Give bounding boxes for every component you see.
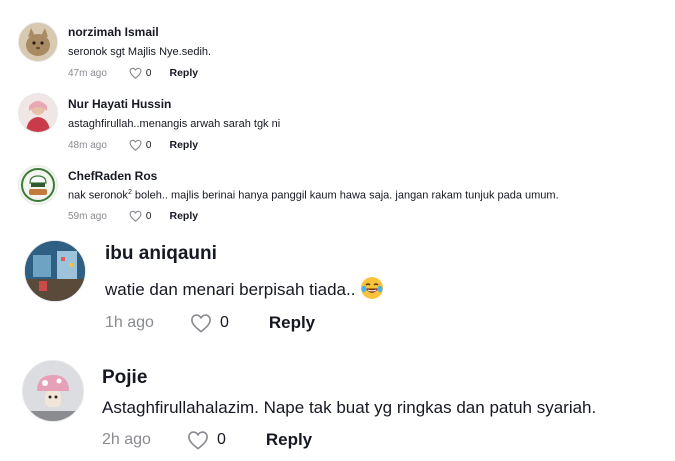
comment-meta: 47m ago 0 Reply: [68, 67, 198, 79]
reply-button[interactable]: Reply: [266, 430, 312, 450]
comment-time: 47m ago: [68, 67, 107, 79]
like-count: 0: [216, 431, 226, 448]
cat-avatar-icon[interactable]: [18, 22, 58, 62]
comment-meta: 1h ago 0 Reply: [105, 313, 315, 333]
comment-text: Astaghfirullahalazim. Nape tak buat yg r…: [102, 398, 597, 417]
reply-button[interactable]: Reply: [269, 313, 315, 333]
chef-logo-avatar-icon[interactable]: [18, 165, 58, 205]
comment-meta: 59m ago 0 Reply: [68, 210, 198, 222]
like-button[interactable]: 0: [190, 313, 229, 333]
comment-author[interactable]: Pojie: [102, 367, 147, 389]
comment-text-part: nak seronok: [68, 189, 128, 202]
like-count: 0: [219, 314, 229, 331]
heart-icon[interactable]: [129, 210, 142, 222]
like-button[interactable]: 0: [187, 430, 226, 450]
like-button[interactable]: 0: [129, 210, 152, 222]
mushroom-avatar-icon[interactable]: [22, 360, 84, 422]
like-count: 0: [145, 67, 152, 79]
comment-text: astaghfirullah..menangis arwah sarah tgk…: [68, 118, 281, 130]
laughing-tears-emoji: [360, 276, 384, 305]
comment-author[interactable]: ChefRaden Ros: [68, 169, 157, 183]
comment-author[interactable]: norzimah Ismail: [68, 25, 159, 39]
comment-text: nak seronok2 boleh.. majlis berinai hany…: [68, 189, 559, 202]
like-button[interactable]: 0: [129, 67, 152, 79]
comment-time: 2h ago: [102, 431, 151, 448]
like-count: 0: [145, 210, 152, 222]
heart-icon[interactable]: [187, 430, 209, 450]
comment-meta: 48m ago 0 Reply: [68, 139, 198, 151]
comment-text: watie dan menari berpisah tiada..: [105, 276, 384, 305]
comment-time: 59m ago: [68, 210, 107, 222]
comment-text-part: watie dan menari berpisah tiada..: [105, 279, 356, 299]
like-button[interactable]: 0: [129, 139, 152, 151]
comment-author[interactable]: ibu aniqauni: [105, 243, 217, 265]
comment-author[interactable]: Nur Hayati Hussin: [68, 97, 171, 111]
like-count: 0: [145, 139, 152, 151]
comment-text: seronok sgt Majlis Nye.sedih.: [68, 46, 212, 58]
reply-button[interactable]: Reply: [169, 210, 198, 222]
reply-button[interactable]: Reply: [169, 67, 198, 79]
heart-icon[interactable]: [129, 139, 142, 151]
comment-meta: 2h ago 0 Reply: [102, 430, 312, 450]
blue-scene-avatar-icon[interactable]: [24, 240, 86, 302]
comment-time: 1h ago: [105, 314, 154, 331]
person-avatar-icon[interactable]: [18, 93, 58, 133]
reply-button[interactable]: Reply: [169, 139, 198, 151]
heart-icon[interactable]: [129, 67, 142, 79]
comment-time: 48m ago: [68, 139, 107, 151]
heart-icon[interactable]: [190, 313, 212, 333]
comment-text-part: boleh.. majlis berinai hanya panggil kau…: [131, 189, 559, 202]
